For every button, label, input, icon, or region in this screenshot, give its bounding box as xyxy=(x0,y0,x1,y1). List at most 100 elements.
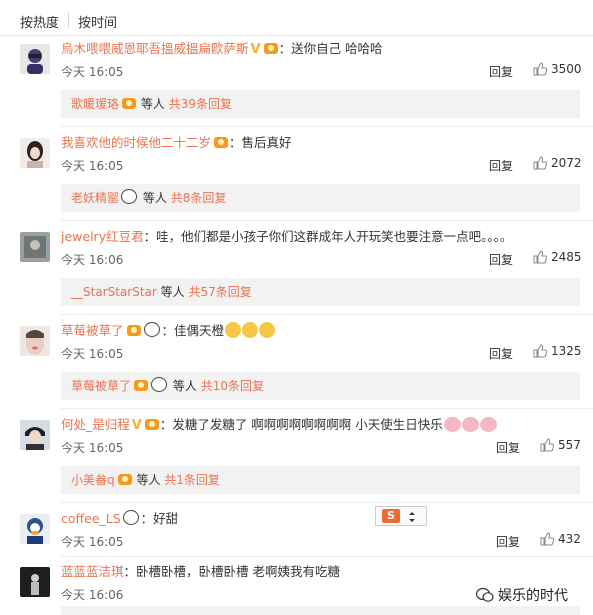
avatar[interactable] xyxy=(20,514,50,544)
like-button[interactable]: 2072 xyxy=(533,156,582,170)
comment-username[interactable]: 草莓被草了 xyxy=(61,323,124,338)
sub-reply-etc: 等人 xyxy=(140,97,165,111)
like-button[interactable]: 557 xyxy=(540,438,581,452)
comment-divider xyxy=(61,556,593,557)
like-button[interactable]: 1325 xyxy=(533,344,582,358)
sub-reply-count-link[interactable]: 共10条回复 xyxy=(201,379,264,393)
verified-v-icon: V xyxy=(250,42,261,57)
sub-reply-username[interactable]: 草莓被草了 xyxy=(71,379,131,393)
avatar[interactable] xyxy=(20,326,50,356)
comment-line: coffee_LS ：好甜 xyxy=(61,510,178,528)
reply-button[interactable]: 回复 xyxy=(489,345,513,362)
comment-username[interactable]: 何处_是归程 xyxy=(61,417,130,432)
tab-sort-by-hot[interactable]: 按热度 xyxy=(20,12,59,31)
sub-reply-username[interactable]: __StarStarStar xyxy=(71,285,157,299)
comment-line: 我喜欢他的时候他二十二岁 ：售后真好 xyxy=(61,134,292,152)
sub-reply-count-link[interactable]: 共57条回复 xyxy=(189,285,252,299)
comment-text: ：售后真好 xyxy=(229,135,292,150)
comment-username[interactable]: 蓝蓝蓝洁琪 xyxy=(61,564,124,579)
like-count: 3500 xyxy=(551,62,582,76)
comment-time: 今天 16:06 xyxy=(61,253,124,267)
like-count: 2485 xyxy=(551,250,582,264)
reply-button[interactable]: 回复 xyxy=(496,439,520,456)
member-badge-icon xyxy=(213,135,229,149)
grin-emoji-icon xyxy=(225,322,242,338)
comment-line: jewelry红豆君：哇，他们都是小孩子你们这群成年人开玩笑也要注意一点吧。。。… xyxy=(61,228,512,246)
panda-emoji-icon xyxy=(143,322,160,337)
comment-line: 草莓被草了 ：佳偶天橙 xyxy=(61,322,276,340)
avatar[interactable] xyxy=(20,232,50,262)
sub-reply-etc: 等人 xyxy=(136,473,161,487)
reply-button[interactable]: 回复 xyxy=(489,251,513,268)
member-badge-icon xyxy=(133,374,149,391)
comment-line: 何处_是归程 V ：发糖了发糖了 啊啊啊啊啊啊啊啊 小天使生日快乐 xyxy=(61,416,497,434)
sub-replies-bar[interactable]: 草莓被草了 等人 共10条回复 xyxy=(61,372,580,400)
panda-emoji-icon xyxy=(122,510,139,525)
sub-replies-bar[interactable]: 歌暖瑷珞 等人 共39条回复 xyxy=(61,90,580,118)
sub-replies-bar[interactable]: 小美畚q 等人 共1条回复 xyxy=(61,466,580,494)
avatar[interactable] xyxy=(20,420,50,450)
thumbs-up-icon xyxy=(533,250,548,264)
like-count: 557 xyxy=(558,438,581,452)
member-badge-icon xyxy=(121,92,137,109)
tabs-divider xyxy=(0,35,593,36)
sub-reply-username[interactable]: 小美畚q xyxy=(71,473,115,487)
comment-divider xyxy=(61,502,593,503)
comment-text: ：佳偶天橙 xyxy=(161,323,225,338)
grin-emoji-icon xyxy=(259,322,276,338)
comment-time: 今天 16:05 xyxy=(61,159,124,173)
sub-replies-bar[interactable]: __StarStarStar 等人 共57条回复 xyxy=(61,278,580,306)
member-badge-icon xyxy=(263,41,279,55)
like-button[interactable]: 432 xyxy=(540,532,581,546)
comment-text: ：卧槽卧槽，卧槽卧槽 老啊姨我有吃糖 xyxy=(123,564,340,579)
sub-replies-bar xyxy=(61,606,580,615)
thumbs-up-icon xyxy=(533,62,548,76)
like-button[interactable]: 3500 xyxy=(533,62,582,76)
sub-reply-etc: 等人 xyxy=(142,191,167,205)
sogou-s-icon: S xyxy=(382,509,400,523)
comment-text: ：送你自己 哈哈哈 xyxy=(278,41,383,56)
comment-username[interactable]: jewelry红豆君 xyxy=(61,229,144,244)
sub-reply-count-link[interactable]: 共39条回复 xyxy=(169,97,232,111)
like-button[interactable]: 2485 xyxy=(533,250,582,264)
reply-button[interactable]: 回复 xyxy=(496,533,520,550)
wechat-icon xyxy=(475,587,494,602)
tab-sort-by-time[interactable]: 按时间 xyxy=(78,12,117,31)
comment-divider xyxy=(61,314,593,315)
member-badge-icon xyxy=(126,323,142,337)
avatar[interactable] xyxy=(20,44,50,74)
sub-replies-bar[interactable]: 老妖精罂 等人 共8条回复 xyxy=(61,184,580,212)
comment-time: 今天 16:06 xyxy=(61,588,124,602)
sub-reply-etc: 等人 xyxy=(160,285,185,299)
input-method-popup[interactable]: S xyxy=(375,506,427,526)
thumbs-up-icon xyxy=(533,344,548,358)
avatar[interactable] xyxy=(20,138,50,168)
member-badge-icon xyxy=(117,468,133,485)
popup-arrow-icon xyxy=(409,511,415,522)
comment-divider xyxy=(61,126,593,127)
sub-reply-count-link[interactable]: 共1条回复 xyxy=(164,473,220,487)
comment-text: ：哇，他们都是小孩子你们这群成年人开玩笑也要注意一点吧。。。。 xyxy=(143,229,513,244)
reply-button[interactable]: 回复 xyxy=(489,157,513,174)
reply-button[interactable]: 回复 xyxy=(489,63,513,80)
thumbs-up-icon xyxy=(540,438,555,452)
sub-reply-count-link[interactable]: 共8条回复 xyxy=(171,191,227,205)
sub-reply-username[interactable]: 老妖精罂 xyxy=(71,191,119,205)
comment-time: 今天 16:05 xyxy=(61,65,124,79)
pig-emoji-icon xyxy=(461,417,479,432)
pig-emoji-icon xyxy=(479,417,497,432)
comment-text: ：发糖了发糖了 啊啊啊啊啊啊啊啊 小天使生日快乐 xyxy=(159,417,443,432)
comment-time: 今天 16:05 xyxy=(61,441,124,455)
watermark-text: 娱乐的时代 xyxy=(498,588,568,604)
comment-time: 今天 16:05 xyxy=(61,347,124,361)
verified-v-icon: V xyxy=(131,418,142,433)
thumbs-up-icon xyxy=(540,532,555,546)
comment-username[interactable]: coffee_LS xyxy=(61,511,121,526)
avatar[interactable] xyxy=(20,567,50,597)
sub-reply-username[interactable]: 歌暖瑷珞 xyxy=(71,97,119,111)
comment-line: 蓝蓝蓝洁琪：卧槽卧槽，卧槽卧槽 老啊姨我有吃糖 xyxy=(61,563,340,581)
comment-username[interactable]: 烏木喂喂威恩耶吾搵威搵扁歐萨斯 xyxy=(61,41,249,56)
comment-divider xyxy=(61,408,593,409)
panda-emoji-icon xyxy=(151,377,168,392)
comment-username[interactable]: 我喜欢他的时候他二十二岁 xyxy=(61,135,211,150)
